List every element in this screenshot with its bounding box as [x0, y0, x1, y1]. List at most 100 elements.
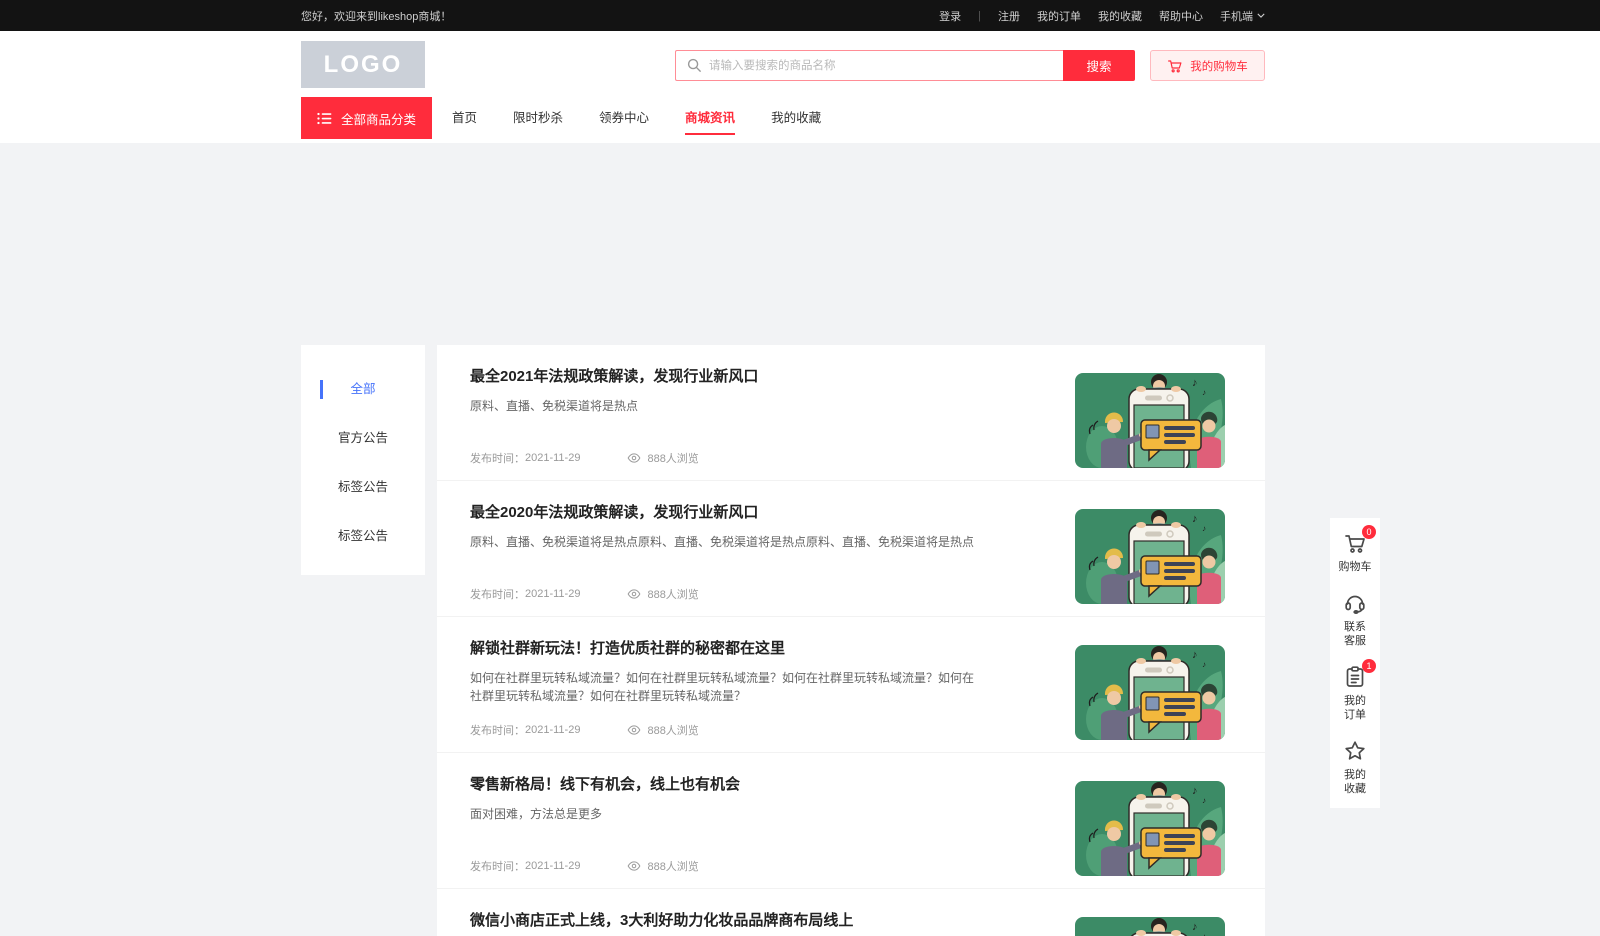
article-row[interactable]: 解锁社群新玩法！打造优质社群的秘密都在这里 如何在社群里玩转私域流量？如何在社群…	[437, 617, 1265, 753]
article-illustration	[1075, 917, 1225, 936]
logo[interactable]: LOGO	[301, 41, 425, 88]
topbar-links: 登录 | 注册 我的订单 我的收藏 帮助中心 手机端	[939, 8, 1265, 24]
views-count: 888人浏览	[647, 722, 698, 738]
article-row[interactable]: 微信小商店正式上线，3大利好助力化妆品品牌商布局线上	[437, 889, 1265, 936]
eye-icon	[627, 725, 641, 735]
nav-links: 首页 限时秒杀 领券中心 商城资讯 我的收藏	[452, 97, 821, 139]
cart-icon	[1167, 58, 1183, 74]
news-category-sidebar: 全部官方公告标签公告标签公告	[301, 345, 425, 575]
article-meta: 发布时间：2021-11-29 888人浏览	[470, 858, 699, 874]
welcome-text: 您好，欢迎来到likeshop商城！	[301, 8, 451, 24]
float-cart[interactable]: 0 购物车	[1339, 531, 1372, 574]
article-thumbnail[interactable]	[1075, 509, 1225, 604]
search-button[interactable]: 搜索	[1063, 50, 1135, 81]
sidebar-category-label: 标签公告	[338, 529, 388, 543]
topbar-link-label: 我的收藏	[1098, 8, 1142, 24]
publish-date: 2021-11-29	[525, 860, 580, 872]
sidebar-category-label: 标签公告	[338, 480, 388, 494]
sidebar-category-item[interactable]: 全部	[301, 365, 425, 414]
category-list-icon	[317, 112, 332, 125]
article-illustration	[1075, 373, 1225, 468]
article-thumbnail[interactable]	[1075, 373, 1225, 468]
nav-item-label: 商城资讯	[685, 111, 735, 125]
topbar-link[interactable]: 手机端	[1220, 8, 1265, 24]
sidebar-category-label: 全部	[350, 382, 375, 396]
topbar-link[interactable]: 我的收藏	[1098, 8, 1142, 24]
sidebar-category-item[interactable]: 标签公告	[301, 512, 425, 561]
article-title[interactable]: 零售新格局！线下有机会，线上也有机会	[470, 773, 740, 794]
topbar-link-label: 登录	[939, 8, 961, 24]
nav-item[interactable]: 限时秒杀	[513, 97, 563, 139]
article-illustration	[1075, 509, 1225, 604]
article-views: 888人浏览	[627, 858, 698, 874]
publish-date-label: 发布时间：	[470, 722, 525, 738]
eye-icon	[627, 861, 641, 871]
article-desc: 面对困难，方法总是更多	[470, 805, 975, 823]
article-title[interactable]: 最全2021年法规政策解读，发现行业新风口	[470, 365, 758, 386]
nav-item-label: 我的收藏	[771, 111, 821, 125]
article-title[interactable]: 解锁社群新玩法！打造优质社群的秘密都在这里	[470, 637, 785, 658]
article-meta: 发布时间：2021-11-29 888人浏览	[470, 450, 699, 466]
float-my-favorites[interactable]: 我的 收藏	[1343, 739, 1367, 796]
publish-date: 2021-11-29	[525, 724, 580, 736]
article-title[interactable]: 最全2020年法规政策解读，发现行业新风口	[470, 501, 758, 522]
nav-item[interactable]: 首页	[452, 97, 477, 139]
float-my-orders-label: 我的 订单	[1344, 694, 1366, 722]
nav-item[interactable]: 我的收藏	[771, 97, 821, 139]
sidebar-category-item[interactable]: 官方公告	[301, 414, 425, 463]
article-desc: 原料、直播、免税渠道将是热点原料、直播、免税渠道将是热点原料、直播、免税渠道将是…	[470, 533, 975, 551]
float-customer-service-label: 联系 客服	[1344, 620, 1366, 648]
article-row[interactable]: 最全2021年法规政策解读，发现行业新风口 原料、直播、免税渠道将是热点 发布时…	[437, 345, 1265, 481]
publish-date: 2021-11-29	[525, 452, 580, 464]
nav-item-label: 领券中心	[599, 111, 649, 125]
float-my-orders[interactable]: 1 我的 订单	[1343, 665, 1367, 722]
publish-date: 2021-11-29	[525, 588, 580, 600]
my-cart-button[interactable]: 我的购物车	[1150, 50, 1265, 81]
topbar-link-label: 我的订单	[1037, 8, 1081, 24]
nav-item-label: 首页	[452, 111, 477, 125]
orders-badge: 1	[1362, 659, 1376, 673]
topbar-link[interactable]: 帮助中心	[1159, 8, 1203, 24]
publish-date-label: 发布时间：	[470, 858, 525, 874]
all-categories-button[interactable]: 全部商品分类	[301, 97, 432, 139]
all-categories-label: 全部商品分类	[341, 109, 416, 128]
cart-badge: 0	[1362, 525, 1376, 539]
article-desc: 原料、直播、免税渠道将是热点	[470, 397, 975, 415]
float-customer-service[interactable]: 联系 客服	[1343, 591, 1367, 648]
topbar-link[interactable]: 登录	[939, 8, 961, 24]
article-title[interactable]: 微信小商店正式上线，3大利好助力化妆品品牌商布局线上	[470, 909, 853, 930]
search-icon	[687, 58, 702, 73]
search-bar: 搜索	[675, 50, 1135, 81]
topbar-link-label: 手机端	[1220, 8, 1253, 24]
search-input[interactable]	[675, 50, 1063, 81]
my-cart-label: 我的购物车	[1190, 58, 1248, 74]
nav-item[interactable]: 商城资讯	[685, 97, 735, 139]
article-thumbnail[interactable]	[1075, 781, 1225, 876]
article-row[interactable]: 零售新格局！线下有机会，线上也有机会 面对困难，方法总是更多 发布时间：2021…	[437, 753, 1265, 889]
eye-icon	[627, 589, 641, 599]
publish-date-label: 发布时间：	[470, 586, 525, 602]
article-thumbnail[interactable]	[1075, 645, 1225, 740]
nav-item[interactable]: 领券中心	[599, 97, 649, 139]
views-count: 888人浏览	[647, 586, 698, 602]
article-thumbnail[interactable]	[1075, 917, 1225, 936]
topbar-link-label: 注册	[998, 8, 1020, 24]
eye-icon	[627, 453, 641, 463]
topbar-link[interactable]: 我的订单	[1037, 8, 1081, 24]
sidebar-category-label: 官方公告	[338, 431, 388, 445]
article-views: 888人浏览	[627, 450, 698, 466]
nav-item-label: 限时秒杀	[513, 111, 563, 125]
publish-date-label: 发布时间：	[470, 450, 525, 466]
views-count: 888人浏览	[647, 450, 698, 466]
views-count: 888人浏览	[647, 858, 698, 874]
article-desc: 如何在社群里玩转私域流量？如何在社群里玩转私域流量？如何在社群里玩转私域流量？如…	[470, 669, 975, 705]
topbar-divider: |	[978, 10, 981, 22]
article-views: 888人浏览	[627, 586, 698, 602]
topbar-link-label: 帮助中心	[1159, 8, 1203, 24]
sidebar-category-item[interactable]: 标签公告	[301, 463, 425, 512]
article-meta: 发布时间：2021-11-29 888人浏览	[470, 586, 699, 602]
topbar-link[interactable]: 注册	[998, 8, 1020, 24]
article-views: 888人浏览	[627, 722, 698, 738]
main-nav: 全部商品分类 首页 限时秒杀 领券中心 商城资讯 我的收藏	[0, 97, 1600, 139]
article-row[interactable]: 最全2020年法规政策解读，发现行业新风口 原料、直播、免税渠道将是热点原料、直…	[437, 481, 1265, 617]
